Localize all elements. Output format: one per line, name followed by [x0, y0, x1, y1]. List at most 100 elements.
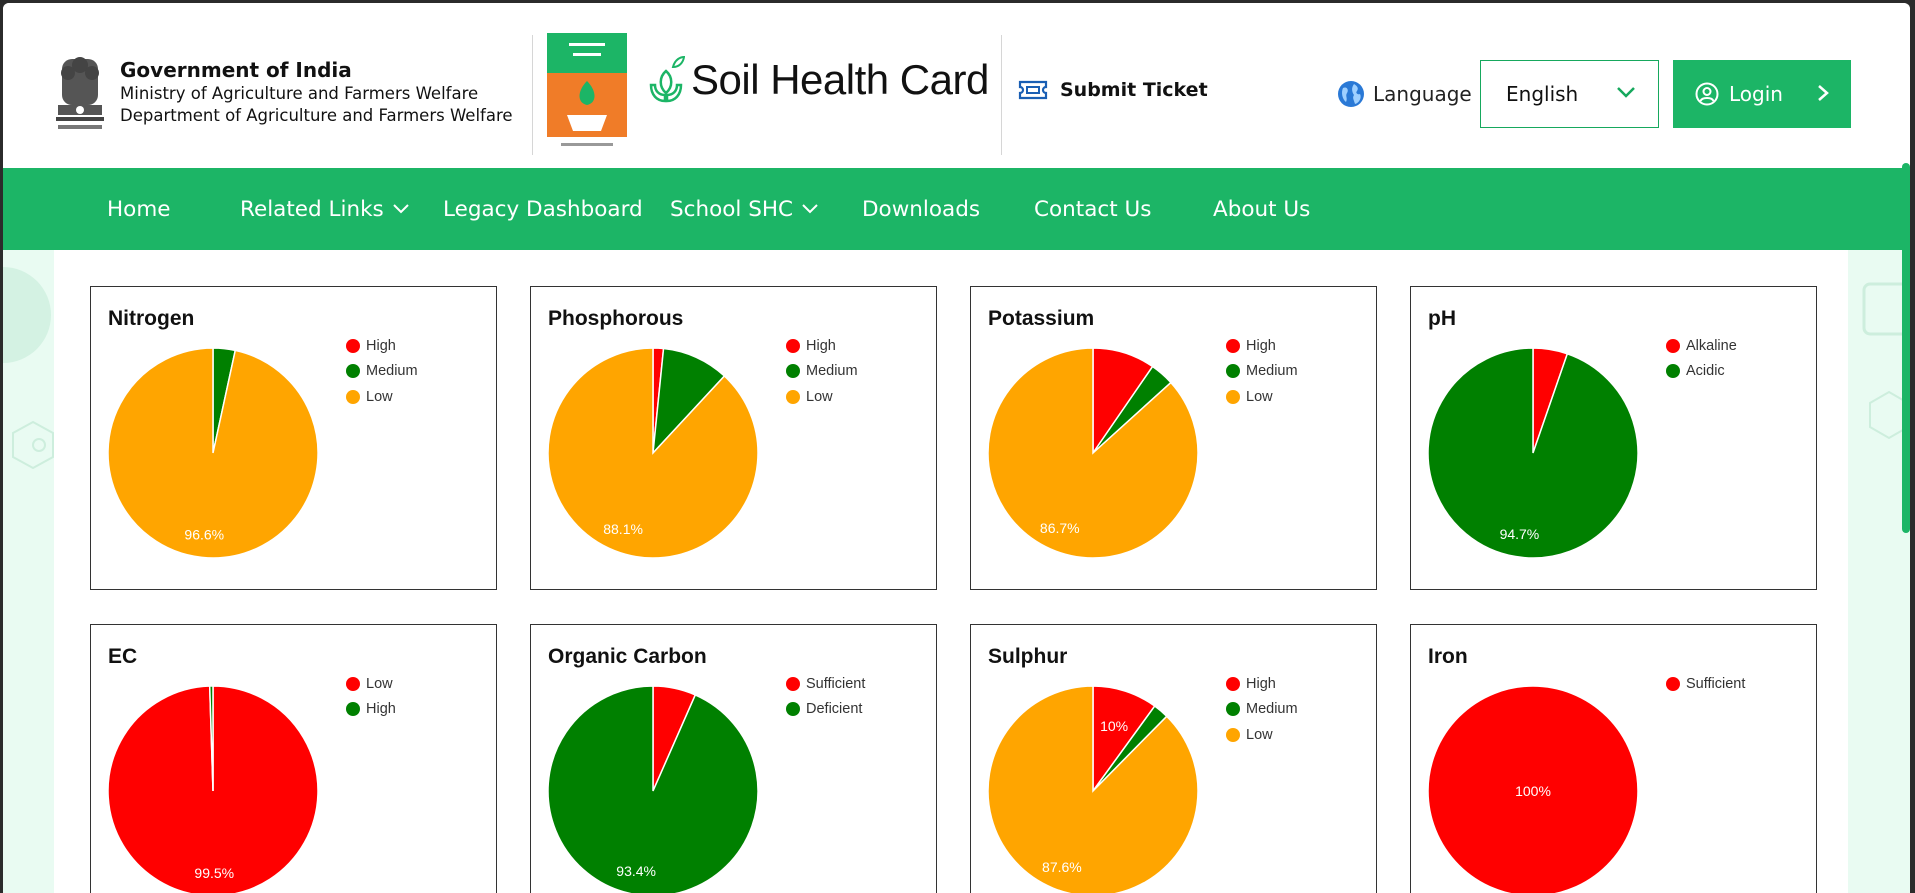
legend-item-sufficient[interactable]: Sufficient — [786, 671, 865, 697]
language-value: English — [1506, 82, 1579, 106]
chart-title: Organic Carbon — [548, 645, 707, 668]
chart-title: Iron — [1428, 645, 1468, 668]
legend-item-alkaline[interactable]: Alkaline — [1666, 333, 1737, 359]
national-emblem-logo — [56, 57, 104, 129]
nav-home[interactable]: Home — [107, 168, 171, 250]
soil-health-card-emblem — [547, 33, 627, 155]
legend-item-high[interactable]: High — [1226, 671, 1298, 697]
legend-item-low[interactable]: Low — [1226, 384, 1298, 410]
legend-label: Low — [366, 675, 393, 692]
login-button[interactable]: Login — [1673, 60, 1851, 128]
chart-legend: Alkaline Acidic — [1666, 333, 1737, 384]
pie-slice-low[interactable] — [987, 685, 1199, 893]
chart-title: pH — [1428, 307, 1456, 330]
chart-title: Potassium — [988, 307, 1095, 330]
legend-label: Medium — [806, 363, 858, 380]
legend-item-medium[interactable]: Medium — [786, 359, 858, 385]
user-icon — [1695, 82, 1719, 106]
legend-dot-icon — [346, 389, 360, 404]
legend-item-acidic[interactable]: Acidic — [1666, 359, 1737, 385]
browser-window: Government of India Ministry of Agricult… — [3, 3, 1910, 893]
legend-label: Sufficient — [806, 675, 866, 692]
header-divider — [532, 35, 533, 155]
legend-dot-icon — [786, 364, 800, 379]
nav-downloads[interactable]: Downloads — [862, 168, 980, 250]
pie-data-label: 100% — [1515, 783, 1551, 799]
brand-name: Soil Health Card — [691, 56, 989, 103]
chart-card-potassium: Potassium 86.7% High Medium Low — [970, 286, 1377, 590]
ministry-name: Ministry of Agriculture and Farmers Welf… — [120, 84, 479, 103]
brand[interactable]: Soil Health Card — [647, 55, 989, 105]
legend-label: High — [366, 337, 396, 354]
legend-label: High — [1246, 675, 1276, 692]
nav-legacy-dashboard-label: Legacy Dashboard — [443, 196, 643, 222]
pie-slice-low[interactable] — [547, 347, 759, 559]
chart-legend: High Medium Low — [786, 333, 858, 410]
legend-item-low[interactable]: Low — [346, 384, 418, 410]
chart-card-iron: Iron 100% Sufficient — [1410, 624, 1817, 893]
pie-data-label: 96.6% — [184, 526, 224, 542]
language-label: Language — [1373, 82, 1472, 106]
language-select[interactable]: English — [1480, 60, 1659, 128]
gov-title: Government of India — [120, 58, 352, 82]
chevron-right-icon — [1818, 85, 1829, 101]
legend-dot-icon — [786, 702, 800, 717]
chart-legend: Sufficient — [1666, 671, 1745, 697]
chart-title: EC — [108, 645, 138, 668]
legend-label: Low — [1246, 726, 1273, 743]
legend-dot-icon — [1666, 338, 1680, 353]
pie-chart-ec: 99.5% — [107, 685, 319, 893]
nav-school-shc[interactable]: School SHC — [670, 168, 819, 250]
legend-dot-icon — [346, 338, 360, 353]
pie-chart-ph: 94.7% — [1427, 347, 1639, 559]
legend-item-deficient[interactable]: Deficient — [786, 697, 865, 723]
legend-item-sufficient[interactable]: Sufficient — [1666, 671, 1745, 697]
chart-title: Sulphur — [988, 645, 1068, 668]
nav-related-links[interactable]: Related Links — [240, 168, 410, 250]
hands-leaf-icon — [649, 55, 685, 103]
pie-data-label: 88.1% — [603, 521, 643, 537]
legend-dot-icon — [346, 364, 360, 379]
nav-downloads-label: Downloads — [862, 196, 981, 222]
nav-about-us[interactable]: About Us — [1213, 168, 1310, 250]
legend-item-high[interactable]: High — [786, 333, 858, 359]
nav-school-shc-label: School SHC — [670, 196, 794, 222]
legend-item-low[interactable]: Low — [786, 384, 858, 410]
legend-item-high[interactable]: High — [1226, 333, 1298, 359]
submit-ticket-label: Submit Ticket — [1060, 79, 1208, 101]
chart-card-organic-carbon: Organic Carbon 93.4% Sufficient Deficient — [530, 624, 937, 893]
legend-item-low[interactable]: Low — [1226, 722, 1298, 748]
legend-label: Low — [806, 388, 833, 405]
nav-about-us-label: About Us — [1213, 196, 1311, 222]
decorative-circle-icon — [3, 267, 51, 363]
pie-slice-deficient[interactable] — [547, 685, 759, 893]
pie-data-label: 99.5% — [194, 865, 234, 881]
main-nav: Home Related Links Legacy Dashboard Scho… — [3, 168, 1910, 250]
legend-item-medium[interactable]: Medium — [1226, 697, 1298, 723]
legend-item-low[interactable]: Low — [346, 671, 396, 697]
submit-ticket-link[interactable]: Submit Ticket — [1018, 79, 1208, 101]
legend-label: Acidic — [1686, 363, 1725, 380]
legend-dot-icon — [786, 676, 800, 691]
chart-card-sulphur: Sulphur 10% 87.6% High Medium Low — [970, 624, 1377, 893]
nav-related-links-label: Related Links — [240, 196, 384, 222]
legend-dot-icon — [1226, 702, 1240, 717]
chevron-down-icon — [802, 204, 818, 214]
decorative-hexagon-icon — [12, 420, 54, 470]
pie-chart-sulphur: 10% 87.6% — [987, 685, 1199, 893]
legend-dot-icon — [346, 676, 360, 691]
legend-label: Sufficient — [1686, 675, 1746, 692]
pie-chart-potassium: 86.7% — [987, 347, 1199, 559]
legend-dot-icon — [346, 702, 360, 717]
legend-item-medium[interactable]: Medium — [346, 359, 418, 385]
nav-legacy-dashboard[interactable]: Legacy Dashboard — [443, 168, 643, 250]
chart-title: Nitrogen — [108, 307, 195, 330]
nav-contact-us[interactable]: Contact Us — [1034, 168, 1151, 250]
legend-item-high[interactable]: High — [346, 697, 396, 723]
legend-item-medium[interactable]: Medium — [1226, 359, 1298, 385]
legend-item-high[interactable]: High — [346, 333, 418, 359]
pie-chart-organic-carbon: 93.4% — [547, 685, 759, 893]
page-scrollbar[interactable] — [1902, 163, 1910, 533]
legend-dot-icon — [786, 389, 800, 404]
chevron-down-icon — [393, 204, 409, 214]
